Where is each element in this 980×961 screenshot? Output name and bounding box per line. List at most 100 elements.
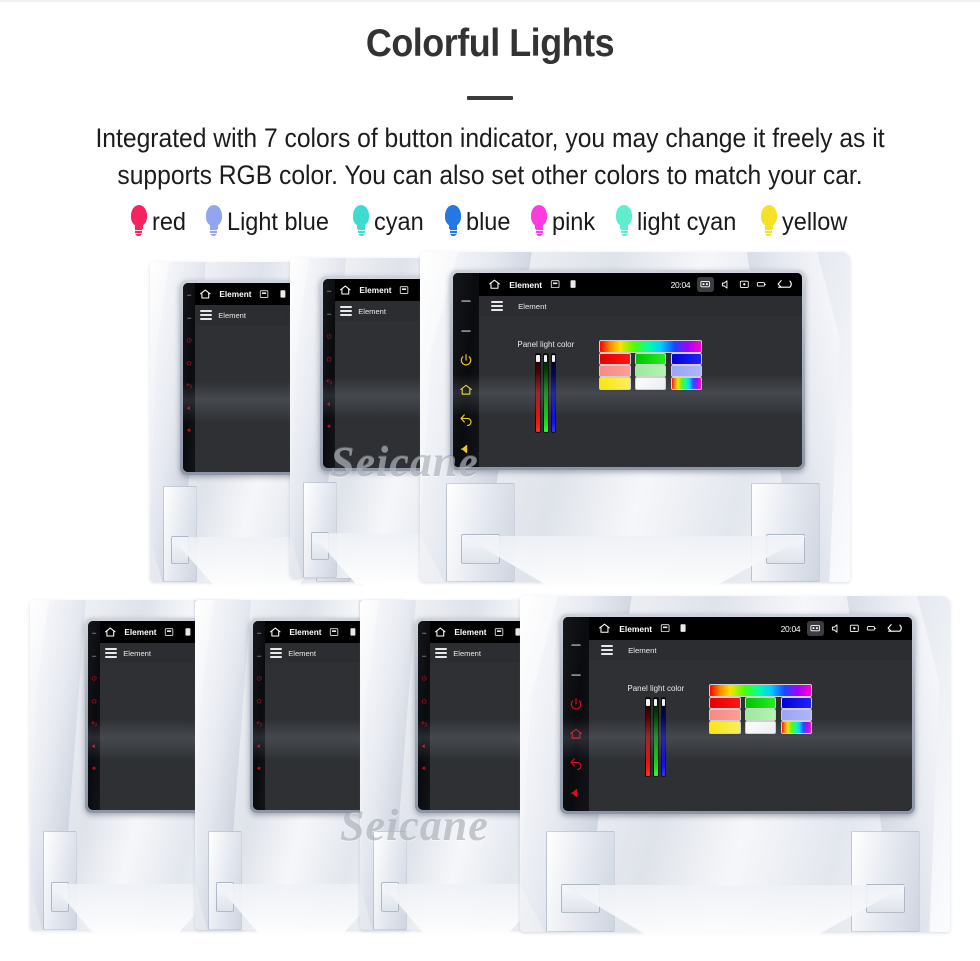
power-button[interactable] [186, 337, 192, 343]
hamburger-menu-icon[interactable] [435, 648, 447, 659]
home-icon[interactable] [269, 626, 282, 639]
home-button[interactable] [421, 698, 427, 704]
volume-down-button[interactable] [256, 743, 262, 749]
seek-prev-button[interactable] [421, 630, 427, 636]
seek-next-button[interactable] [186, 315, 192, 321]
home-icon[interactable] [104, 626, 117, 639]
seek-next-button[interactable] [91, 653, 97, 659]
hamburger-menu-icon[interactable] [601, 645, 614, 655]
volume-icon[interactable] [721, 279, 732, 290]
seek-next-button[interactable] [569, 668, 583, 682]
seek-prev-button[interactable] [326, 288, 332, 294]
volume-up-button[interactable] [421, 765, 427, 771]
back-button[interactable] [186, 382, 192, 389]
volume-up-button[interactable] [91, 765, 97, 771]
color-swatch-light-green[interactable] [744, 708, 777, 722]
seek-prev-button[interactable] [186, 292, 192, 298]
back-button[interactable] [459, 412, 473, 427]
hamburger-menu-icon[interactable] [491, 301, 504, 311]
volume-down-button[interactable] [91, 743, 97, 749]
home-icon[interactable] [339, 284, 352, 297]
screenshot-icon[interactable] [739, 279, 750, 290]
home-button[interactable] [186, 360, 192, 366]
red-channel-slider[interactable] [645, 696, 651, 777]
color-swatch-salmon[interactable] [709, 708, 741, 722]
back-button[interactable] [569, 756, 583, 771]
hamburger-menu-icon[interactable] [270, 648, 282, 659]
back-button[interactable] [326, 378, 332, 385]
hamburger-menu-icon[interactable] [340, 306, 352, 317]
blue-channel-slider[interactable] [550, 352, 557, 433]
home-icon[interactable] [598, 622, 611, 635]
hamburger-menu-icon[interactable] [105, 648, 117, 659]
power-button[interactable] [256, 675, 262, 681]
color-swatch-blue[interactable] [780, 696, 813, 709]
color-swatch-yellow[interactable] [709, 721, 741, 734]
power-button[interactable] [326, 333, 332, 339]
volume-down-button[interactable] [569, 786, 583, 800]
color-swatch-red[interactable] [599, 352, 631, 365]
hamburger-menu-icon[interactable] [200, 310, 212, 321]
power-button[interactable] [91, 675, 97, 681]
screen-mode-icon[interactable] [697, 277, 714, 292]
home-icon[interactable] [488, 278, 501, 291]
seek-prev-button[interactable] [256, 630, 262, 636]
slider-knob[interactable] [662, 699, 666, 707]
back-button[interactable] [421, 720, 427, 727]
seek-next-button[interactable] [256, 653, 262, 659]
volume-up-button[interactable] [256, 765, 262, 771]
color-swatch-salmon[interactable] [599, 364, 631, 378]
home-icon[interactable] [434, 626, 447, 639]
color-swatch-periwinkle[interactable] [670, 364, 703, 378]
seek-next-button[interactable] [421, 653, 427, 659]
touch-screen[interactable]: Element 20:04 Element Panel light color [478, 273, 802, 467]
color-swatch-periwinkle[interactable] [780, 708, 813, 722]
slider-knob[interactable] [536, 355, 540, 363]
home-button[interactable] [326, 356, 332, 362]
back-button[interactable] [91, 720, 97, 727]
volume-up-button[interactable] [186, 427, 192, 433]
volume-up-button[interactable] [326, 423, 332, 429]
back-icon[interactable] [774, 278, 792, 290]
green-channel-slider[interactable] [542, 352, 549, 433]
color-swatch-yellow[interactable] [599, 377, 631, 390]
slider-knob[interactable] [552, 355, 556, 363]
color-swatch-rainbow[interactable] [709, 684, 813, 697]
red-channel-slider[interactable] [535, 352, 541, 433]
seek-next-button[interactable] [326, 311, 332, 317]
color-swatch-blue[interactable] [670, 352, 703, 365]
power-button[interactable] [459, 353, 473, 367]
back-button[interactable] [256, 720, 262, 727]
green-channel-slider[interactable] [652, 696, 659, 777]
color-swatch-light-green[interactable] [634, 364, 667, 378]
back-icon[interactable] [884, 622, 902, 634]
screenshot-icon[interactable] [849, 623, 860, 634]
blue-channel-slider[interactable] [660, 696, 667, 777]
home-button[interactable] [459, 383, 473, 397]
screen-mode-icon[interactable] [807, 621, 824, 636]
volume-down-button[interactable] [421, 743, 427, 749]
touch-screen[interactable]: Element 20:04 Element Panel light color [588, 617, 912, 811]
slider-knob[interactable] [646, 699, 650, 707]
home-button[interactable] [91, 698, 97, 704]
radio-unit-top-3[interactable]: Element 20:04 Element Panel light color [450, 270, 805, 470]
power-button[interactable] [421, 675, 427, 681]
volume-down-button[interactable] [326, 401, 332, 407]
volume-down-button[interactable] [459, 442, 473, 456]
seek-prev-button[interactable] [569, 638, 583, 652]
color-swatch-white[interactable] [634, 377, 667, 390]
seek-prev-button[interactable] [91, 630, 97, 636]
seek-next-button[interactable] [459, 324, 473, 338]
slider-knob[interactable] [544, 355, 548, 363]
color-swatch-rainbow[interactable] [599, 340, 703, 353]
color-swatch-green[interactable] [744, 696, 777, 709]
recent-apps-icon[interactable] [866, 623, 877, 634]
color-swatch-red[interactable] [709, 696, 741, 709]
power-button[interactable] [569, 697, 583, 711]
volume-icon[interactable] [831, 623, 842, 634]
volume-down-button[interactable] [186, 405, 192, 411]
radio-unit-bottom-4[interactable]: Element 20:04 Element Panel light color [560, 614, 915, 814]
color-swatch-white[interactable] [744, 721, 777, 734]
slider-knob[interactable] [654, 699, 658, 707]
home-button[interactable] [256, 698, 262, 704]
